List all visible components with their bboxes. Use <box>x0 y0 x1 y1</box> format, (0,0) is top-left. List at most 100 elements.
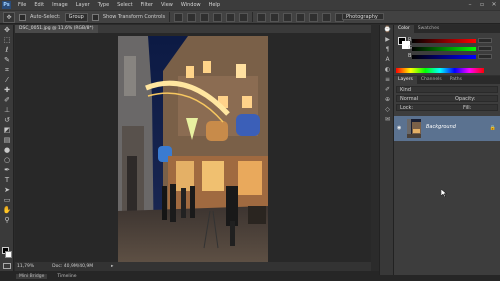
menu-file[interactable]: File <box>14 2 30 8</box>
eraser-icon[interactable]: ◩ <box>0 125 14 135</box>
lasso-icon[interactable]: ℓ <box>0 45 14 55</box>
tab-channels[interactable]: Channels <box>417 76 446 84</box>
distribute-top-icon[interactable] <box>257 12 267 22</box>
pen-icon[interactable]: ✒ <box>0 165 14 175</box>
move-tool-preset-icon[interactable]: ✥ <box>3 11 15 23</box>
shape-icon[interactable]: ▭ <box>0 195 14 205</box>
brush-icon[interactable]: ✐ <box>0 95 14 105</box>
layers-panel-tabs: Layers Channels Paths <box>394 76 500 84</box>
marquee-icon[interactable]: ⬚ <box>0 35 14 45</box>
auto-select-dropdown[interactable]: Group <box>64 12 88 22</box>
zoom-level[interactable]: 11,79% <box>17 264 34 269</box>
tab-color[interactable]: Color <box>394 25 414 33</box>
quick-select-icon[interactable]: ✎ <box>0 55 14 65</box>
tab-layers[interactable]: Layers <box>394 76 417 84</box>
photoshop-logo: Ps <box>2 1 11 9</box>
menu-window[interactable]: Window <box>177 2 205 8</box>
background-color-swatch[interactable] <box>5 251 12 258</box>
quick-mask-icon[interactable] <box>3 263 11 269</box>
lock-label: Lock: <box>400 105 414 111</box>
visibility-eye-icon[interactable]: ◉ <box>397 125 403 131</box>
move-icon[interactable]: ✥ <box>0 25 14 35</box>
3d-icon[interactable]: ◇ <box>380 105 395 115</box>
blue-value[interactable] <box>478 54 492 59</box>
menu-layer[interactable]: Layer <box>72 2 94 8</box>
divider <box>169 12 171 22</box>
menu-edit[interactable]: Edit <box>30 2 48 8</box>
status-arrow-icon[interactable]: ▸ <box>111 264 113 269</box>
tab-timeline[interactable]: Timeline <box>57 274 76 279</box>
canvas-area[interactable] <box>15 33 371 263</box>
dodge-icon[interactable]: ○ <box>0 155 14 165</box>
blend-mode-row: Normal Opacity: <box>396 95 498 102</box>
tab-paths[interactable]: Paths <box>446 76 466 84</box>
layer-name[interactable]: Background <box>426 124 456 130</box>
eyedropper-icon[interactable]: ⁄ <box>0 75 14 85</box>
layer-row-background[interactable]: ◉ Background 🔒 <box>394 116 500 141</box>
document-tab[interactable]: DSC_0051.jpg @ 11,6% (RGB/8*) <box>15 25 98 33</box>
green-value[interactable] <box>478 46 492 51</box>
layer-filter-row[interactable]: Kind <box>396 86 498 93</box>
status-bar: 11,79% Doc: 40,9M/40,9M ▸ <box>15 262 371 271</box>
divider <box>252 12 254 22</box>
menu-select[interactable]: Select <box>113 2 136 8</box>
menu-image[interactable]: Image <box>48 2 72 8</box>
notes-icon[interactable]: ✉ <box>380 115 395 125</box>
distribute-bottom-icon[interactable] <box>283 12 293 22</box>
menu-type[interactable]: Type <box>94 2 113 8</box>
photo-canvas[interactable] <box>118 36 268 263</box>
character-icon[interactable]: A <box>380 55 395 65</box>
blue-slider[interactable] <box>412 55 476 59</box>
type-icon[interactable]: T <box>0 175 14 185</box>
workspace-dropdown[interactable]: Photography <box>342 13 384 20</box>
green-slider[interactable] <box>412 47 476 51</box>
color-spectrum[interactable] <box>396 68 484 73</box>
red-value[interactable] <box>478 38 492 43</box>
transform-controls-checkbox[interactable] <box>91 13 99 21</box>
document-size[interactable]: Doc: 40,9M/40,9M <box>52 264 93 269</box>
filter-kind-dropdown[interactable]: Kind <box>397 87 411 93</box>
distribute-right-icon[interactable] <box>322 12 332 22</box>
red-slider[interactable] <box>412 39 476 43</box>
history-brush-icon[interactable]: ↺ <box>0 115 14 125</box>
channel-b-label: B <box>408 53 412 59</box>
healing-icon[interactable]: ✚ <box>0 85 14 95</box>
zoom-icon[interactable]: ⚲ <box>0 215 14 225</box>
menu-help[interactable]: Help <box>205 2 224 8</box>
menu-filter[interactable]: Filter <box>137 2 157 8</box>
tab-swatches[interactable]: Swatches <box>414 25 444 33</box>
blur-icon[interactable]: ● <box>0 145 14 155</box>
window-controls: – ▫ ✕ <box>466 0 498 10</box>
blend-mode-dropdown[interactable]: Normal <box>397 96 418 102</box>
brush-preset-icon[interactable]: ✐ <box>380 85 395 95</box>
properties-icon[interactable]: ≡ <box>380 75 395 85</box>
stamp-icon[interactable]: ⊥ <box>0 105 14 115</box>
clone-source-icon[interactable]: ⊕ <box>380 95 395 105</box>
hand-icon[interactable]: ✋ <box>0 205 14 215</box>
crop-icon[interactable]: ⌗ <box>0 65 14 75</box>
close-button[interactable]: ✕ <box>490 2 498 8</box>
minimize-button[interactable]: – <box>466 2 474 8</box>
adjustments-icon[interactable]: ◐ <box>380 65 395 75</box>
distribute-left-icon[interactable] <box>296 12 306 22</box>
color-panel: Color Swatches R G B <box>394 25 500 75</box>
actions-icon[interactable]: ▶ <box>380 35 395 45</box>
path-select-icon[interactable]: ➤ <box>0 185 14 195</box>
distribute-center-icon[interactable] <box>309 12 319 22</box>
history-icon[interactable]: ⌚ <box>380 25 395 35</box>
menu-bar: Ps File Edit Image Layer Type Select Fil… <box>0 0 500 10</box>
align-top-icon[interactable] <box>174 12 184 22</box>
auto-select-checkbox[interactable] <box>19 13 26 21</box>
align-middle-icon[interactable] <box>187 12 197 22</box>
gradient-icon[interactable]: ▤ <box>0 135 14 145</box>
layer-thumbnail-image <box>407 119 421 138</box>
distribute-middle-icon[interactable] <box>270 12 280 22</box>
tab-mini-bridge[interactable]: Mini Bridge <box>16 273 48 279</box>
align-right-icon[interactable] <box>239 12 249 22</box>
align-center-icon[interactable] <box>226 12 236 22</box>
paragraph-icon[interactable]: ¶ <box>380 45 395 55</box>
align-left-icon[interactable] <box>213 12 223 22</box>
maximize-button[interactable]: ▫ <box>478 2 486 8</box>
menu-view[interactable]: View <box>157 2 177 8</box>
align-bottom-icon[interactable] <box>200 12 210 22</box>
